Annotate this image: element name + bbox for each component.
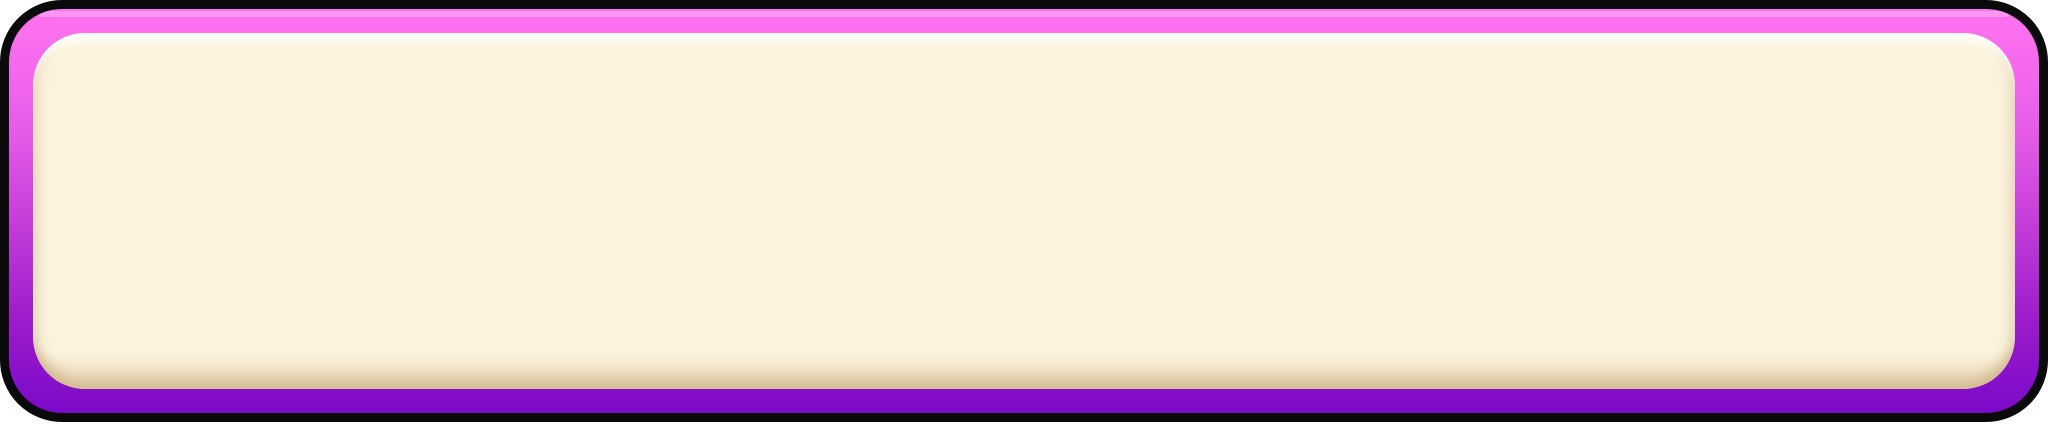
text-panel bbox=[33, 33, 2015, 389]
banner-frame bbox=[0, 0, 2048, 422]
bottom-edge bbox=[60, 422, 1988, 428]
